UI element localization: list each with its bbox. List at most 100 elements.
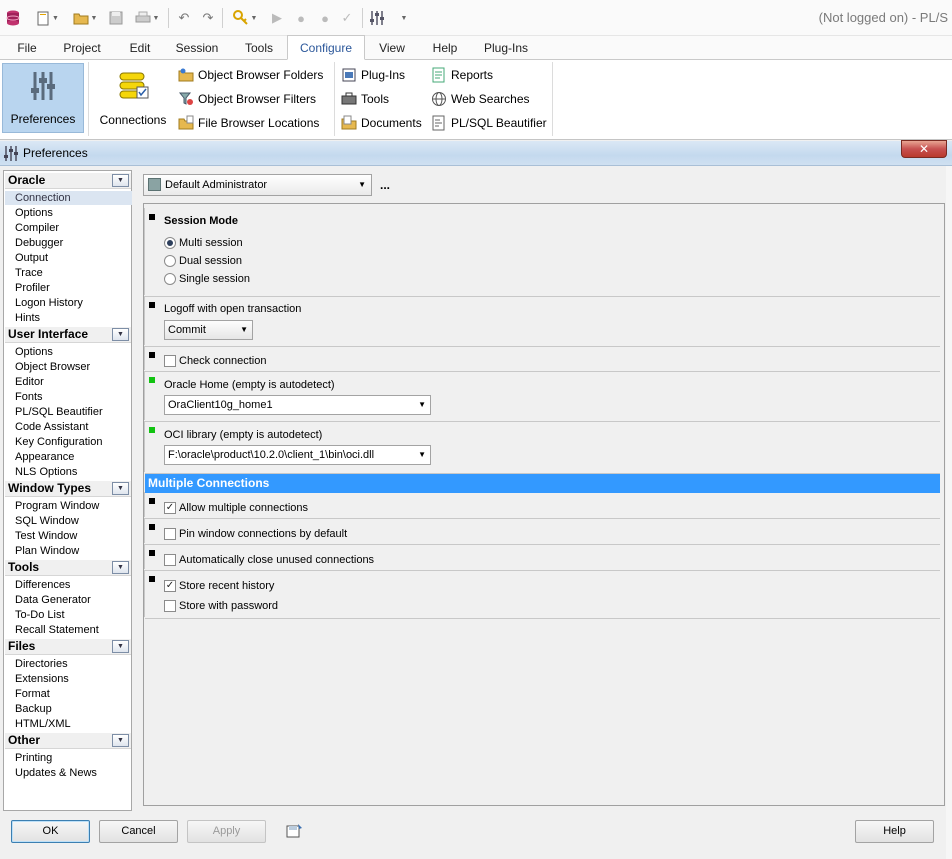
logon-key-icon[interactable]: ▼ xyxy=(228,8,262,28)
file-browser-locations-button[interactable]: File Browser Locations xyxy=(178,113,319,133)
nav-item-key-configuration[interactable]: Key Configuration xyxy=(15,435,102,449)
oracle-home-select[interactable]: OraClient10g_home1 ▼ xyxy=(164,395,431,415)
store-history-label[interactable]: Store recent history xyxy=(179,580,274,592)
preference-set-more-button[interactable]: ... xyxy=(380,178,390,192)
dual-session-radio[interactable] xyxy=(164,255,176,267)
nav-item-appearance[interactable]: Appearance xyxy=(15,450,74,464)
reports-button[interactable]: Reports xyxy=(431,65,493,85)
nav-item-editor[interactable]: Editor xyxy=(15,375,44,389)
web-searches-button[interactable]: Web Searches xyxy=(431,89,530,109)
nav-item-connection[interactable]: Connection xyxy=(5,191,132,205)
nav-item-directories[interactable]: Directories xyxy=(15,657,68,671)
store-password-checkbox[interactable] xyxy=(164,600,176,612)
nav-item-fonts[interactable]: Fonts xyxy=(15,390,43,404)
nav-group-oracle[interactable]: Oracle ▼ xyxy=(5,173,131,189)
nav-item-test-window[interactable]: Test Window xyxy=(15,529,77,543)
object-browser-filters-button[interactable]: Object Browser Filters xyxy=(178,89,316,109)
commit-icon[interactable]: ✓ xyxy=(338,8,356,28)
nav-item-compiler[interactable]: Compiler xyxy=(15,221,59,235)
help-button[interactable]: Help xyxy=(855,820,934,843)
store-password-label[interactable]: Store with password xyxy=(179,600,278,612)
apply-button[interactable]: Apply xyxy=(187,820,266,843)
nav-item-backup[interactable]: Backup xyxy=(15,702,52,716)
nav-item-to-do-list[interactable]: To-Do List xyxy=(15,608,65,622)
multi-session-label[interactable]: Multi session xyxy=(179,237,243,249)
nav-item-sql-window[interactable]: SQL Window xyxy=(15,514,79,528)
redo-icon[interactable]: ↷ xyxy=(198,8,218,28)
print-icon[interactable]: ▼ xyxy=(130,8,164,28)
tools-button[interactable]: Tools xyxy=(341,89,389,109)
nav-item-hints[interactable]: Hints xyxy=(15,311,40,325)
nav-group-window-types[interactable]: Window Types ▼ xyxy=(5,481,131,497)
tab-project[interactable]: Project xyxy=(56,39,108,60)
nav-item-nls-options[interactable]: NLS Options xyxy=(15,465,77,479)
nav-item-data-generator[interactable]: Data Generator xyxy=(15,593,91,607)
fetch-icon[interactable]: ● xyxy=(316,8,334,28)
collapse-icon[interactable]: ▼ xyxy=(112,734,129,747)
preferences-button[interactable]: Preferences xyxy=(2,63,84,133)
nav-item-object-browser[interactable]: Object Browser xyxy=(15,360,90,374)
pin-connections-label[interactable]: Pin window connections by default xyxy=(179,528,347,540)
close-button[interactable]: ✕ xyxy=(901,140,947,158)
undo-icon[interactable]: ↶ xyxy=(174,8,194,28)
save-icon[interactable] xyxy=(106,8,126,28)
nav-item-plan-window[interactable]: Plan Window xyxy=(15,544,79,558)
preferences-sliders-icon[interactable] xyxy=(366,8,388,28)
nav-item-program-window[interactable]: Program Window xyxy=(15,499,99,513)
allow-multiple-checkbox[interactable]: ✓ xyxy=(164,502,176,514)
nav-item-plsql-beautifier[interactable]: PL/SQL Beautifier xyxy=(15,405,103,419)
tab-file[interactable]: File xyxy=(8,39,46,60)
single-session-radio[interactable] xyxy=(164,273,176,285)
nav-item-extensions[interactable]: Extensions xyxy=(15,672,69,686)
auto-close-label[interactable]: Automatically close unused connections xyxy=(179,554,374,566)
nav-item-format[interactable]: Format xyxy=(15,687,50,701)
logoff-select[interactable]: Commit ▼ xyxy=(164,320,253,340)
nav-item-debugger[interactable]: Debugger xyxy=(15,236,63,250)
execute-icon[interactable]: ▶ xyxy=(268,8,286,28)
collapse-icon[interactable]: ▼ xyxy=(112,640,129,653)
nav-group-files[interactable]: Files ▼ xyxy=(5,639,131,655)
break-icon[interactable]: ● xyxy=(292,8,310,28)
nav-item-html-xml[interactable]: HTML/XML xyxy=(15,717,71,731)
plug-ins-button[interactable]: Plug-Ins xyxy=(341,65,405,85)
collapse-icon[interactable]: ▼ xyxy=(112,328,129,341)
dual-session-label[interactable]: Dual session xyxy=(179,255,242,267)
new-document-icon[interactable]: ▼ xyxy=(32,8,64,28)
auto-close-checkbox[interactable] xyxy=(164,554,176,566)
plsql-beautifier-button[interactable]: PL/SQL Beautifier xyxy=(431,113,547,133)
collapse-icon[interactable]: ▼ xyxy=(112,482,129,495)
multi-session-radio[interactable] xyxy=(164,237,176,249)
preference-set-select[interactable]: Default Administrator ▼ xyxy=(143,174,372,196)
open-folder-icon[interactable]: ▼ xyxy=(68,8,102,28)
collapse-icon[interactable]: ▼ xyxy=(112,561,129,574)
collapse-icon[interactable]: ▼ xyxy=(112,174,129,187)
nav-item-options[interactable]: Options xyxy=(15,206,53,220)
tab-session[interactable]: Session xyxy=(170,39,224,60)
customize-toolbar-icon[interactable]: ▼ xyxy=(396,8,410,28)
pin-connections-checkbox[interactable] xyxy=(164,528,176,540)
nav-item-logon-history[interactable]: Logon History xyxy=(15,296,83,310)
nav-item-updates-news[interactable]: Updates & News xyxy=(15,766,97,780)
check-connection-checkbox[interactable] xyxy=(164,355,176,367)
object-browser-folders-button[interactable]: Object Browser Folders xyxy=(178,65,323,85)
tab-configure[interactable]: Configure xyxy=(287,35,365,60)
single-session-label[interactable]: Single session xyxy=(179,273,250,285)
oci-library-select[interactable]: F:\oracle\product\10.2.0\client_1\bin\oc… xyxy=(164,445,431,465)
nav-group-tools[interactable]: Tools ▼ xyxy=(5,560,131,576)
nav-group-user-interface[interactable]: User Interface ▼ xyxy=(5,327,131,343)
store-history-checkbox[interactable]: ✓ xyxy=(164,580,176,592)
ok-button[interactable]: OK xyxy=(11,820,90,843)
tab-view[interactable]: View xyxy=(372,39,412,60)
tab-tools[interactable]: Tools xyxy=(236,39,282,60)
nav-group-other[interactable]: Other ▼ xyxy=(5,733,131,749)
cancel-button[interactable]: Cancel xyxy=(99,820,178,843)
documents-button[interactable]: Documents xyxy=(341,113,422,133)
nav-item-profiler[interactable]: Profiler xyxy=(15,281,50,295)
tab-edit[interactable]: Edit xyxy=(120,39,160,60)
check-connection-label[interactable]: Check connection xyxy=(179,355,266,367)
connections-button[interactable]: Connections xyxy=(94,63,172,133)
tab-help[interactable]: Help xyxy=(424,39,466,60)
allow-multiple-label[interactable]: Allow multiple connections xyxy=(179,502,308,514)
nav-item-recall-statement[interactable]: Recall Statement xyxy=(15,623,99,637)
nav-item-output[interactable]: Output xyxy=(15,251,48,265)
